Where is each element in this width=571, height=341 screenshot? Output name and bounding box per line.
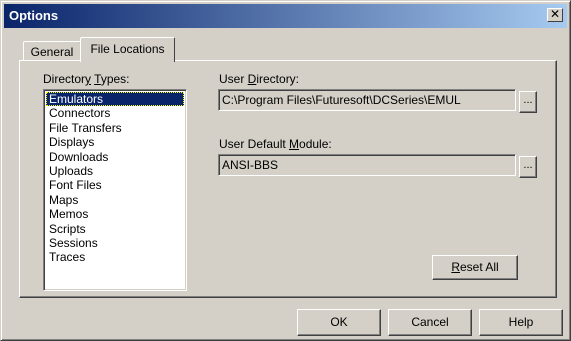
list-item-scripts[interactable]: Scripts (46, 222, 184, 236)
help-button[interactable]: Help (479, 309, 563, 336)
reset-all-button[interactable]: Reset All (432, 255, 518, 280)
user-directory-label: User Directory: (219, 72, 300, 86)
list-item-emulators[interactable]: Emulators (46, 92, 184, 107)
list-item-sessions[interactable]: Sessions (46, 236, 184, 250)
list-item-uploads[interactable]: Uploads (46, 164, 184, 178)
tab-general[interactable]: General (23, 41, 81, 61)
list-item-font-files[interactable]: Font Files (46, 178, 184, 192)
dialog-title: Options (9, 8, 59, 23)
list-item-maps[interactable]: Maps (46, 193, 184, 207)
list-item-downloads[interactable]: Downloads (46, 150, 184, 164)
title-bar[interactable]: Options ✕ (4, 4, 567, 28)
user-default-module-label: User Default Module: (219, 137, 332, 151)
list-item-connectors[interactable]: Connectors (46, 106, 184, 120)
directory-types-list[interactable]: Emulators Connectors File Transfers Disp… (43, 89, 187, 291)
options-dialog: Options ✕ General File Locations Directo… (0, 0, 571, 341)
tab-file-locations[interactable]: File Locations (80, 37, 175, 62)
directory-types-label: Directory Types: (43, 72, 130, 86)
user-directory-browse-button[interactable]: ... (519, 91, 537, 113)
list-item-file-transfers[interactable]: File Transfers (46, 121, 184, 135)
user-default-module-browse-button[interactable]: ... (519, 156, 537, 178)
cancel-button[interactable]: Cancel (388, 309, 472, 336)
list-item-displays[interactable]: Displays (46, 135, 184, 149)
ok-button[interactable]: OK (297, 309, 381, 336)
list-item-traces[interactable]: Traces (46, 250, 184, 264)
close-icon: ✕ (549, 7, 561, 21)
close-button[interactable]: ✕ (547, 8, 563, 22)
list-item-memos[interactable]: Memos (46, 207, 184, 221)
user-directory-field[interactable]: C:\Program Files\Futuresoft\DCSeries\EMU… (218, 89, 516, 111)
user-default-module-field[interactable]: ANSI-BBS (218, 154, 516, 176)
